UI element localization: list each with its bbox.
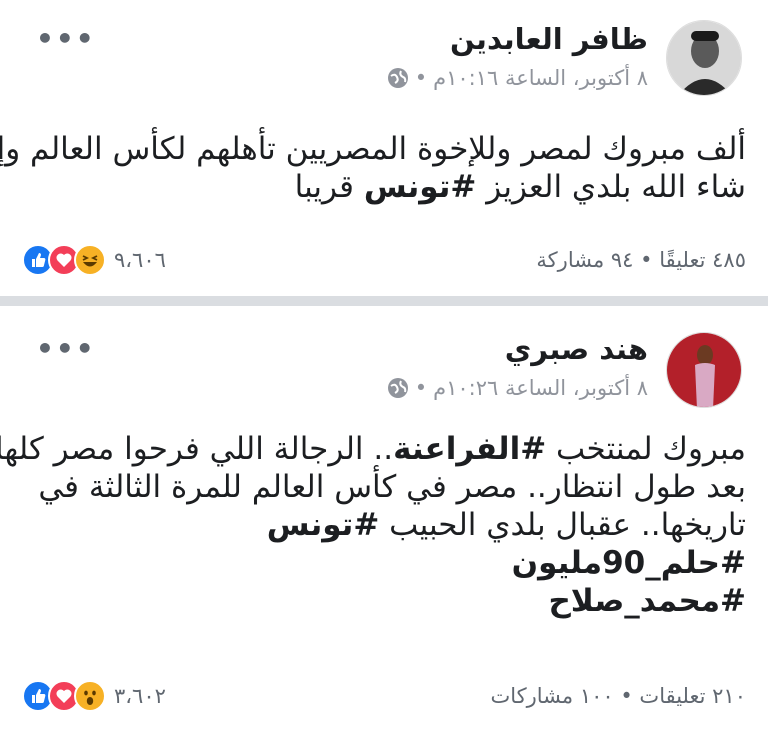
reactions-summary[interactable]: ٣،٦٠٢ (22, 680, 166, 712)
post-hend: هند صبري ٨ أكتوبر، الساعة ١٠:٢٦م • ••• م… (0, 0, 768, 731)
author-name[interactable]: هند صبري (505, 332, 648, 366)
post-text-line: بعد طول انتظار.. مصر في كأس العالم للمرة… (38, 469, 746, 505)
post-text-segment: مبروك لمنتخب (556, 431, 746, 467)
hashtag-link[interactable]: #محمد_صلاح (0, 582, 746, 620)
hashtag-link[interactable]: #الفراعنة (393, 431, 546, 467)
hashtag-link[interactable]: #تونس (267, 507, 380, 543)
avatar[interactable] (666, 332, 742, 408)
more-options-button[interactable]: ••• (36, 332, 96, 365)
post-text-segment: تاريخها.. عقبال بلدي الحبيب (389, 507, 746, 543)
globe-icon (387, 377, 409, 399)
wow-reaction-icon (74, 680, 106, 712)
post-text: مبروك لمنتخب #الفراعنة.. الرجالة اللي فر… (0, 430, 746, 620)
comments-shares-count[interactable]: ٢١٠ تعليقات • ١٠٠ مشاركات (490, 684, 746, 708)
post-text-line: تاريخها.. عقبال بلدي الحبيب #تونس (0, 506, 746, 544)
post-stats: ٣،٦٠٢ ٢١٠ تعليقات • ١٠٠ مشاركات (22, 676, 746, 716)
reaction-count[interactable]: ٣،٦٠٢ (114, 684, 166, 708)
post-text-segment: .. الرجالة اللي فرحوا مصر كلها (0, 431, 394, 467)
timestamp[interactable]: ٨ أكتوبر، الساعة ١٠:٢٦م (433, 376, 648, 400)
post-text-line: مبروك لمنتخب #الفراعنة.. الرجالة اللي فر… (0, 430, 746, 468)
meta-separator: • (414, 376, 428, 400)
post-meta: ٨ أكتوبر، الساعة ١٠:٢٦م • (387, 376, 648, 400)
hashtag-link[interactable]: #حلم_90مليون (0, 544, 746, 582)
